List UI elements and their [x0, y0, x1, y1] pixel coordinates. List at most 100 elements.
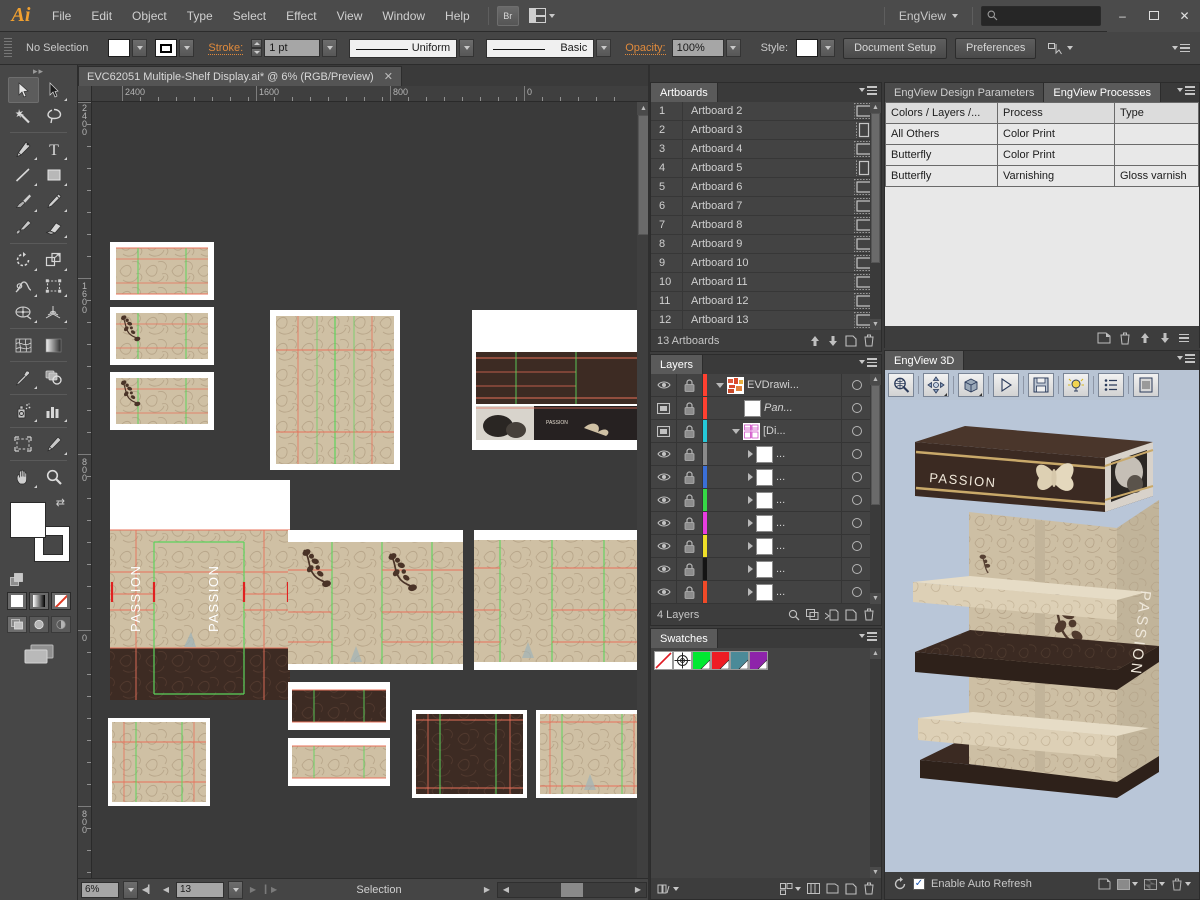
artboard-name[interactable]: Artboard 9	[683, 235, 847, 253]
layer-row[interactable]: ...	[651, 558, 872, 581]
lasso-tool[interactable]	[39, 103, 70, 129]
artboard-row[interactable]: 10Artboard 11	[651, 273, 881, 292]
swatch-green[interactable]	[692, 651, 711, 670]
artboard-row[interactable]: 3Artboard 4	[651, 140, 881, 159]
layer-body[interactable]: ...	[707, 512, 841, 534]
layer-name[interactable]: Pan...	[764, 402, 793, 414]
artboard-name[interactable]: Artboard 8	[683, 216, 847, 234]
transparency-icon[interactable]	[1144, 879, 1165, 890]
screen-mode-button[interactable]	[0, 643, 77, 665]
document-setup-button[interactable]: Document Setup	[843, 38, 947, 59]
align-control[interactable]	[1048, 41, 1073, 55]
add-process-icon[interactable]	[1097, 332, 1111, 344]
opacity-label[interactable]: Opacity:	[625, 42, 665, 55]
zoom-tool[interactable]	[39, 464, 70, 490]
layer-name[interactable]: ...	[776, 471, 785, 483]
fill-color-control[interactable]	[108, 39, 147, 57]
process-color-layer[interactable]: All Others	[886, 124, 998, 145]
layer-name[interactable]: ...	[776, 517, 785, 529]
layer-lock-toggle[interactable]	[677, 489, 703, 511]
color-group-icon[interactable]	[807, 883, 820, 894]
twirl-right-icon[interactable]	[748, 450, 753, 458]
engview-3d-menu[interactable]	[1177, 354, 1195, 363]
texture-icon[interactable]	[1133, 373, 1159, 397]
pen-tool[interactable]	[8, 136, 39, 162]
layer-body[interactable]: ...	[707, 489, 841, 511]
process-color-layer[interactable]: Butterfly	[886, 145, 998, 166]
layer-row[interactable]: ...	[651, 489, 872, 512]
artboard-row[interactable]: 8Artboard 9	[651, 235, 881, 254]
control-panel-menu[interactable]	[1172, 44, 1196, 53]
search-input[interactable]	[981, 6, 1101, 26]
swatch-registration[interactable]	[673, 651, 692, 670]
brush-definition-value[interactable]: Basic	[486, 39, 594, 58]
drag-grip[interactable]	[4, 38, 12, 59]
artboards-panel-menu[interactable]	[859, 86, 877, 95]
status-menu-arrow[interactable]: ▶	[479, 882, 495, 898]
scroll-up-icon[interactable]: ▲	[870, 648, 881, 659]
width-tool[interactable]	[8, 273, 39, 299]
paintbrush-tool[interactable]	[8, 188, 39, 214]
stroke-label[interactable]: Stroke:	[208, 42, 243, 55]
layer-name[interactable]: ...	[776, 563, 785, 575]
layer-lock-toggle[interactable]	[677, 374, 703, 396]
draw-normal-button[interactable]	[7, 616, 27, 633]
swatches-scrollbar[interactable]: ▲ ▼	[870, 648, 881, 878]
layer-row[interactable]: ...	[651, 581, 872, 604]
process-name[interactable]: Color Print	[998, 124, 1115, 145]
stroke-profile-dropdown[interactable]	[459, 39, 474, 57]
fill-swatch[interactable]	[108, 39, 130, 57]
twirl-right-icon[interactable]	[748, 565, 753, 573]
layer-row[interactable]: EVDrawi...	[651, 374, 872, 397]
stroke-weight-stepper[interactable]	[251, 39, 262, 57]
process-row[interactable]: All OthersColor Print	[886, 124, 1199, 145]
layer-lock-toggle[interactable]	[677, 443, 703, 465]
artboard-number-field[interactable]: 13	[176, 882, 224, 898]
type-tool[interactable]: T	[39, 136, 70, 162]
scroll-thumb[interactable]	[871, 113, 880, 263]
preferences-button[interactable]: Preferences	[955, 38, 1036, 59]
next-artboard-button[interactable]: ▶	[245, 882, 261, 898]
layer-body[interactable]: ...	[707, 581, 841, 603]
swatch-red[interactable]	[711, 651, 730, 670]
new-view-icon[interactable]	[1098, 878, 1111, 890]
scroll-down-icon[interactable]: ▼	[870, 867, 881, 878]
layer-body[interactable]: [Di...	[707, 420, 841, 442]
scroll-thumb[interactable]	[871, 385, 880, 505]
layer-name[interactable]: ...	[776, 494, 785, 506]
auto-refresh-checkbox[interactable]: ✓	[913, 878, 925, 890]
layer-name[interactable]: EVDrawi...	[747, 379, 799, 391]
layer-visibility-toggle[interactable]	[651, 512, 677, 534]
slice-tool[interactable]	[39, 431, 70, 457]
scroll-right-icon[interactable]: ▶	[630, 882, 646, 898]
layer-body[interactable]: EVDrawi...	[707, 374, 841, 396]
layer-lock-toggle[interactable]	[677, 397, 703, 419]
move-down-icon[interactable]	[827, 335, 839, 347]
layer-lock-toggle[interactable]	[677, 512, 703, 534]
tools-panel-grip[interactable]: ▸▸	[0, 65, 77, 77]
layer-visibility-toggle[interactable]	[651, 420, 677, 442]
move-up-icon[interactable]	[809, 335, 821, 347]
background-color-icon[interactable]	[1117, 879, 1138, 890]
twirl-right-icon[interactable]	[748, 588, 753, 596]
stroke-weight-value[interactable]: 1 pt	[264, 39, 320, 57]
new-color-group-icon[interactable]	[826, 883, 839, 894]
artboard-name[interactable]: Artboard 4	[683, 140, 847, 158]
tab-artboards[interactable]: Artboards	[651, 83, 718, 102]
layer-name[interactable]: [Di...	[763, 425, 786, 437]
color-fill-button[interactable]	[7, 592, 27, 610]
locate-object-icon[interactable]	[788, 609, 800, 621]
process-color-layer[interactable]: Butterfly	[886, 166, 998, 187]
layer-body[interactable]: ...	[707, 535, 841, 557]
scroll-down-icon[interactable]: ▼	[870, 319, 881, 330]
layer-target-indicator[interactable]	[841, 489, 872, 511]
layer-target-indicator[interactable]	[841, 420, 872, 442]
last-artboard-button[interactable]: ▎▶	[263, 882, 279, 898]
scroll-left-icon[interactable]: ◀	[498, 882, 514, 898]
opacity-control[interactable]: 100%	[672, 39, 741, 57]
layer-visibility-toggle[interactable]	[651, 466, 677, 488]
layer-name[interactable]: ...	[776, 448, 785, 460]
scroll-up-icon[interactable]: ▲	[870, 102, 881, 113]
layer-body[interactable]: ...	[707, 466, 841, 488]
scale-tool[interactable]	[39, 247, 70, 273]
